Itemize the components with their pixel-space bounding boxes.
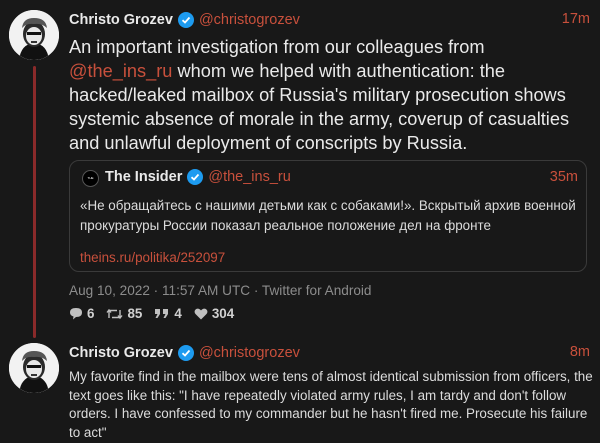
quoted-avatar[interactable]: THE INSIDER <box>82 170 99 187</box>
quoted-header: The Insider @the_ins_ru <box>105 169 291 185</box>
avatar[interactable] <box>9 343 59 393</box>
quoted-tweet[interactable]: THE INSIDER The Insider @the_ins_ru 35m … <box>69 160 587 272</box>
tweet-text: An important investigation from our coll… <box>69 35 589 155</box>
quoted-time[interactable]: 35m <box>550 169 578 185</box>
author-name[interactable]: Christo Grozev <box>69 12 173 28</box>
tweet-time[interactable]: 8m <box>570 344 590 360</box>
quoted-author-name[interactable]: The Insider <box>105 169 182 185</box>
author-handle[interactable]: @christogrozev <box>199 345 300 361</box>
reply-button[interactable]: 6 <box>69 306 94 321</box>
tweet-text-part: An important investigation from our coll… <box>69 37 485 57</box>
verified-badge-icon <box>187 169 204 185</box>
like-count: 304 <box>211 306 235 321</box>
reply-icon <box>70 308 82 320</box>
author-name[interactable]: Christo Grozev <box>69 345 173 361</box>
quoted-author-handle[interactable]: @the_ins_ru <box>208 169 290 185</box>
mention-link[interactable]: @the_ins_ru <box>69 61 172 81</box>
quote-icon <box>155 309 169 318</box>
tweet-text: My favorite find in the mailbox were ten… <box>69 369 593 440</box>
quoted-text: «Не обращайтесь с нашими детьми как с со… <box>80 198 576 233</box>
tweet-meta: Aug 10, 2022 · 11:57 AM UTC · Twitter fo… <box>69 283 372 298</box>
heart-icon <box>194 308 208 319</box>
thread-line <box>33 66 36 338</box>
quoted-link[interactable]: theins.ru/politika/252097 <box>80 250 225 265</box>
tweet-time[interactable]: 17m <box>562 11 590 27</box>
reply-count: 6 <box>87 306 95 321</box>
verified-badge-icon <box>177 12 194 28</box>
quote-count: 4 <box>174 306 182 321</box>
author-handle[interactable]: @christogrozev <box>199 12 300 28</box>
tweet-header: Christo Grozev @christogrozev <box>69 343 300 363</box>
retweet-icon <box>106 308 123 319</box>
retweet-count: 85 <box>127 306 143 321</box>
verified-badge-icon <box>177 345 194 361</box>
quote-button[interactable]: 4 <box>154 306 182 321</box>
retweet-button[interactable]: 85 <box>106 306 142 321</box>
tweet-header: Christo Grozev @christogrozev <box>69 10 300 30</box>
tweet-actions: 6 85 4 304 <box>69 306 246 321</box>
like-button[interactable]: 304 <box>194 306 234 321</box>
avatar[interactable] <box>9 10 59 60</box>
